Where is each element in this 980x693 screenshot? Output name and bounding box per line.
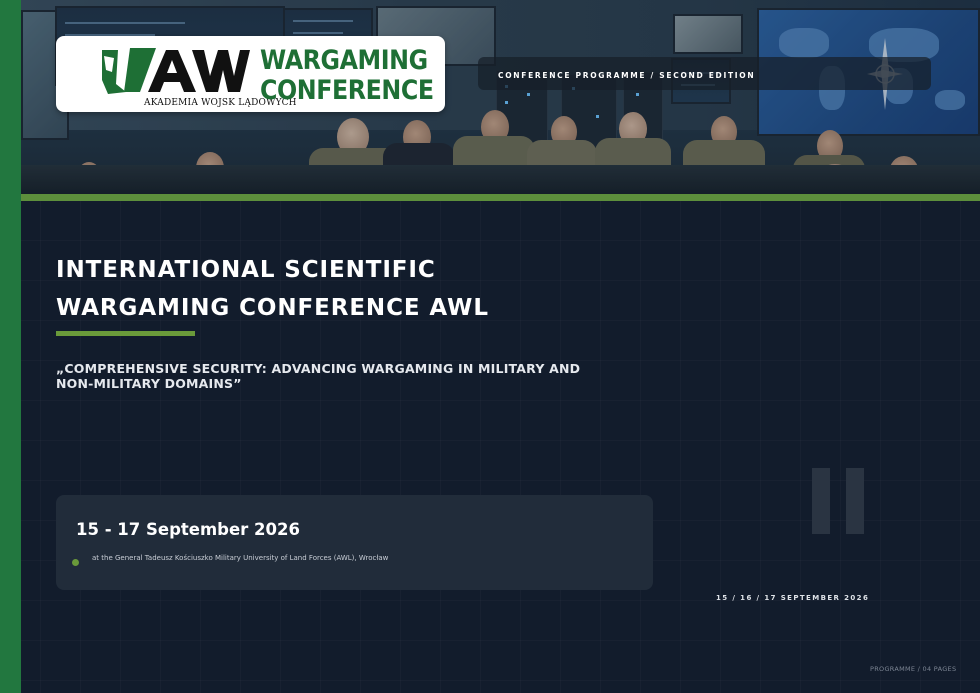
side-accent-bar: [0, 0, 21, 693]
dates-caption: 15 / 16 / 17 SEPTEMBER 2026: [716, 594, 870, 602]
event-dates: 15 - 17 September 2026: [76, 520, 300, 539]
event-venue: at the General Tadeusz Kościuszko Milita…: [92, 554, 389, 562]
title-line-1: INTERNATIONAL SCIENTIFIC: [56, 257, 436, 283]
logo-title-line2: CONFERENCE: [260, 75, 434, 106]
page-title: INTERNATIONAL SCIENTIFIC WARGAMING CONFE…: [56, 251, 616, 327]
title-line-2: WARGAMING CONFERENCE AWL: [56, 295, 489, 321]
programme-banner: CONFERENCE PROGRAMME / SECOND EDITION: [478, 57, 931, 90]
awl-logo-icon: [102, 48, 250, 94]
conference-logo: AKADEMIA WOJSK LĄDOWYCH WARGAMING CONFER…: [56, 36, 445, 112]
programme-label: CONFERENCE PROGRAMME / SECOND EDITION: [498, 71, 756, 80]
bullet-dot-icon: [72, 559, 79, 566]
event-date-card: 15 - 17 September 2026 at the General Ta…: [56, 495, 653, 590]
title-underline: [56, 331, 195, 336]
logo-title-line1: WARGAMING: [260, 45, 428, 76]
header-divider: [21, 194, 980, 201]
page-count: PROGRAMME / 04 PAGES: [870, 665, 957, 673]
conference-theme: „COMPREHENSIVE SECURITY: ADVANCING WARGA…: [56, 361, 581, 391]
logo-title: WARGAMING CONFERENCE: [260, 46, 434, 106]
roman-two-icon: [812, 468, 864, 534]
